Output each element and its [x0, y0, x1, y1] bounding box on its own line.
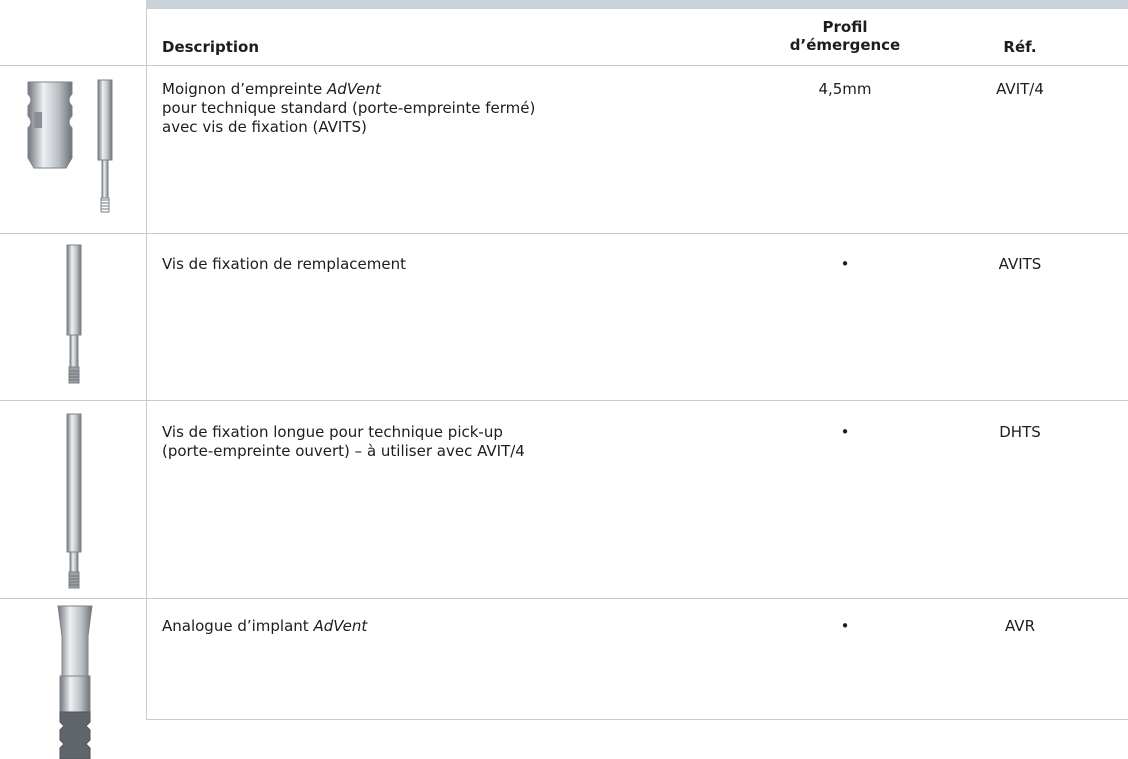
- description-line-1: Moignon d’empreinte AdVent: [162, 80, 535, 99]
- row-ref: AVR: [1005, 617, 1035, 635]
- row-description: Vis de fixation longue pour technique pi…: [162, 423, 525, 461]
- description-line-1: Vis de fixation longue pour technique pi…: [162, 423, 503, 441]
- row-divider: [146, 719, 1128, 720]
- description-line-3: avec vis de fixation (AVITS): [162, 118, 367, 136]
- row-ref: DHTS: [999, 423, 1041, 441]
- brand-name: AdVent: [313, 617, 368, 635]
- implant-analog-icon: [57, 605, 93, 759]
- header-profil: Profil d’émergence: [760, 18, 930, 54]
- row-ref: AVIT/4: [996, 80, 1044, 98]
- row-divider: [0, 598, 1128, 599]
- row-profil: •: [840, 255, 850, 273]
- description-text: Analogue d’implant: [162, 617, 314, 635]
- description-text: Moignon d’empreinte: [162, 80, 328, 98]
- description-line-2: (porte-empreinte ouvert) – à utiliser av…: [162, 442, 525, 460]
- description-line-1: Analogue d’implant AdVent: [162, 617, 367, 636]
- long-fixation-screw-icon: [66, 413, 82, 589]
- impression-coping-with-screw-icon: [27, 79, 113, 213]
- fixation-screw-icon: [66, 244, 82, 384]
- row-divider: [0, 233, 1128, 234]
- row-divider: [0, 400, 1128, 401]
- description-line-2: pour technique standard (porte-empreinte…: [162, 99, 536, 117]
- header-profil-line2: d’émergence: [789, 36, 901, 54]
- row-description: Analogue d’implant AdVent: [162, 617, 367, 636]
- column-divider: [146, 9, 147, 720]
- description-line-1: Vis de fixation de remplacement: [162, 255, 406, 273]
- header-band: [146, 0, 1128, 9]
- row-divider: [0, 65, 1128, 66]
- row-description: Vis de fixation de remplacement: [162, 255, 406, 274]
- header-description: Description: [162, 38, 260, 56]
- header-ref: Réf.: [1003, 38, 1037, 56]
- row-profil: 4,5mm: [818, 80, 872, 98]
- header-profil-line1: Profil: [822, 18, 868, 36]
- row-profil: •: [840, 423, 850, 441]
- row-ref: AVITS: [998, 255, 1042, 273]
- row-description: Moignon d’empreinte AdVent pour techniqu…: [162, 80, 535, 137]
- row-profil: •: [840, 617, 850, 635]
- brand-name: AdVent: [327, 80, 381, 98]
